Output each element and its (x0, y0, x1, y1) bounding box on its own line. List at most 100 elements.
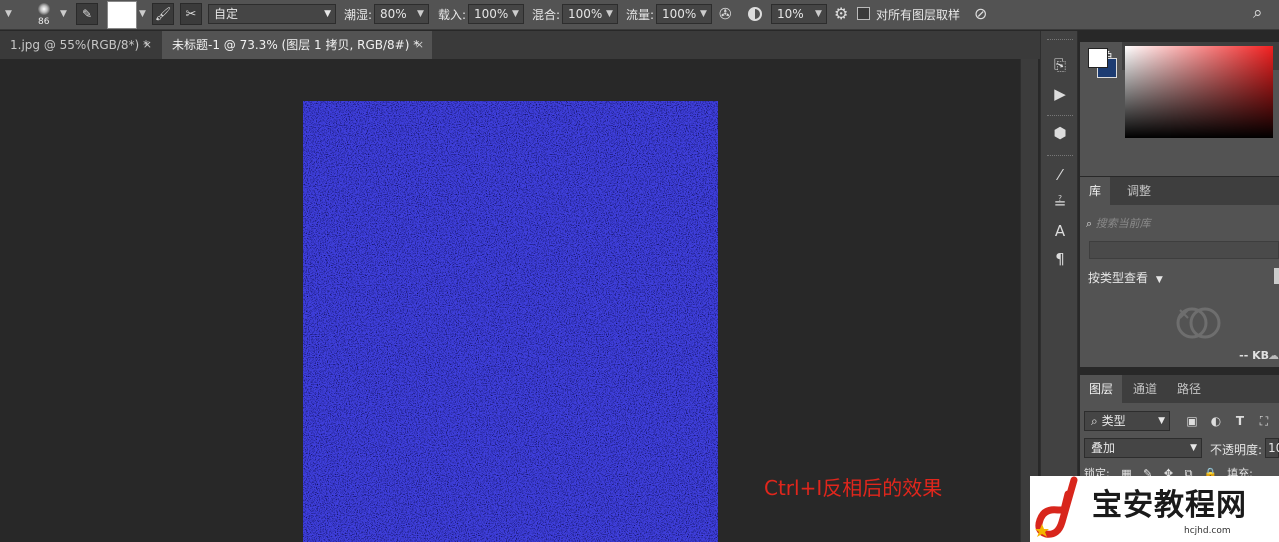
tab-adjustments[interactable]: 调整 (1118, 177, 1160, 205)
load-label: 载入: (438, 8, 467, 22)
mixer-combo-select[interactable]: 自定 ▼ (208, 4, 336, 24)
search-icon[interactable]: ⌕ (1253, 3, 1263, 23)
view-by-type-dropdown[interactable]: 按类型查看 ▼ (1088, 269, 1163, 286)
library-search[interactable]: ⌕ 搜索当前库 (1086, 215, 1276, 235)
blend-mode-value: 叠加 (1091, 441, 1116, 455)
brush-tip-icon (38, 3, 50, 15)
mixer-combo-value: 自定 (214, 7, 239, 21)
tab-paths[interactable]: 路径 (1168, 375, 1210, 403)
smoothing-chevron-icon[interactable]: ▼ (811, 4, 827, 24)
brush-load-chevron-icon[interactable]: ▼ (139, 9, 146, 19)
smoothing-input[interactable]: 10% (771, 4, 812, 24)
search-icon: ⌕ (1091, 414, 1098, 428)
flow-label: 流量: (626, 8, 655, 22)
brush-preset-chevron-icon[interactable]: ▼ (60, 9, 67, 19)
layers-panel-tabs: 图层 通道 路径 (1080, 375, 1279, 403)
tab-libraries[interactable]: 库 (1080, 177, 1111, 205)
close-icon[interactable]: × (415, 31, 424, 59)
gear-icon[interactable]: ⚙ (834, 4, 848, 23)
creative-cloud-icon (1176, 307, 1221, 339)
filter-shape-icon[interactable]: ⛶ (1256, 413, 1272, 429)
load-brush-after-stroke-button[interactable]: 🖌 (152, 3, 174, 25)
cloud-icon: ☁ (1268, 349, 1279, 362)
flow-input[interactable]: 100% (656, 4, 697, 24)
chevron-down-icon: ▼ (1158, 416, 1165, 426)
mix-input[interactable]: 100% (562, 4, 603, 24)
library-empty-state (1080, 287, 1279, 347)
wet-chevron-icon[interactable]: ▼ (413, 4, 429, 24)
tab-document-1[interactable]: 1.jpg @ 55%(RGB/8*) * × (0, 31, 160, 59)
noise-texture (303, 101, 718, 542)
brush-panel-icon: ✎ (81, 7, 93, 21)
watermark: 宝安教程网 hcjhd.com (1030, 476, 1279, 542)
load-brush-icon: 🖌 (154, 6, 172, 22)
brush-settings-toggle-button[interactable]: ✎ (76, 3, 98, 25)
library-panel: 库 调整 ⌕ 搜索当前库 按类型查看 ▼ -- KB ☁ (1080, 177, 1279, 367)
sample-all-layers-checkbox[interactable] (857, 7, 870, 20)
library-select-field[interactable] (1089, 241, 1279, 259)
options-bar: ▼ 86 ▼ ✎ ▼ 🖌 ✂ 自定 ▼ 潮湿: 80% ▼ 载入: 100% ▼… (0, 0, 1279, 30)
mix-chevron-icon[interactable]: ▼ (602, 4, 618, 24)
layer-filter-select[interactable]: ⌕ 类型 ▼ (1084, 411, 1170, 431)
dock-grip (1047, 155, 1073, 157)
watermark-site-name: 宝安教程网 (1092, 488, 1247, 523)
load-input[interactable]: 100% (468, 4, 509, 24)
chevron-down-icon: ▼ (324, 9, 331, 19)
current-brush-load-swatch[interactable] (107, 1, 137, 29)
clean-brush-after-stroke-button[interactable]: ✂ (180, 3, 202, 25)
library-size-value: -- KB (1239, 349, 1269, 362)
clean-brush-icon: ✂ (185, 6, 197, 22)
actions-play-icon[interactable]: ▶ (1050, 84, 1070, 104)
color-panel-tabs: 颜色 色板 (1080, 42, 1279, 70)
tool-preset-chevron-icon[interactable]: ▼ (5, 9, 12, 19)
filter-type-icon[interactable]: T (1232, 413, 1248, 429)
filter-pixel-icon[interactable]: ▣ (1184, 413, 1200, 429)
library-panel-tabs: 库 调整 (1080, 177, 1279, 205)
library-storage-size: -- KB (1239, 349, 1269, 362)
tab-swatches[interactable]: 色板 (1122, 42, 1164, 70)
sample-all-layers-label: 对所有图层取样 (876, 8, 961, 22)
vertical-scrollbar[interactable] (1020, 59, 1038, 542)
paragraph-icon[interactable]: ¶ (1050, 249, 1070, 269)
library-search-placeholder: 搜索当前库 (1095, 217, 1151, 230)
tab-document-untitled[interactable]: 未标题-1 @ 73.3% (图层 1 拷贝, RGB/8#) * × (162, 31, 432, 59)
color-panel: 颜色 色板 (1080, 42, 1279, 176)
tab-label: 1.jpg @ 55%(RGB/8*) * (10, 38, 150, 52)
smoothing-icon (748, 7, 762, 21)
mix-label: 混合: (532, 8, 561, 22)
pressure-icon[interactable]: ⊘ (974, 4, 987, 23)
3d-icon[interactable]: ⬢ (1050, 123, 1070, 143)
tab-color[interactable]: 颜色 (1080, 42, 1123, 70)
blend-mode-select[interactable]: 叠加 ▼ (1084, 438, 1202, 458)
layer-filter-value: 类型 (1101, 414, 1126, 428)
load-chevron-icon[interactable]: ▼ (508, 4, 524, 24)
panel-icon-dock: ⎘ ▶ ⬢ ⁄ ≟ A ¶ (1040, 31, 1078, 542)
document-canvas[interactable] (303, 101, 718, 542)
flow-chevron-icon[interactable]: ▼ (696, 4, 712, 24)
search-icon: ⌕ (1086, 217, 1093, 230)
tab-label: 未标题-1 @ 73.3% (图层 1 拷贝, RGB/8#) * (172, 38, 420, 52)
brush-presets-icon[interactable]: ≟ (1050, 193, 1070, 213)
watermark-url: hcjhd.com (1184, 526, 1231, 536)
opacity-label: 不透明度: (1210, 443, 1263, 457)
chevron-down-icon: ▼ (1190, 443, 1197, 453)
opacity-input[interactable]: 10 (1265, 438, 1279, 458)
view-toggle-icon[interactable] (1274, 268, 1279, 284)
history-icon[interactable]: ⎘ (1050, 55, 1070, 75)
close-icon[interactable]: × (143, 31, 152, 59)
dock-grip (1047, 115, 1073, 117)
tab-layers[interactable]: 图层 (1080, 375, 1123, 403)
dock-grip (1047, 39, 1073, 41)
tab-channels[interactable]: 通道 (1124, 375, 1166, 403)
brush-size-value: 86 (38, 17, 50, 27)
view-by-label: 按类型查看 (1088, 271, 1149, 285)
character-icon[interactable]: A (1050, 221, 1070, 241)
airbrush-icon[interactable]: ✇ (719, 5, 732, 23)
wet-label: 潮湿: (344, 8, 373, 22)
chevron-down-icon: ▼ (1155, 275, 1163, 285)
wet-input[interactable]: 80% (374, 4, 414, 24)
filter-adjustment-icon[interactable]: ◐ (1208, 413, 1224, 429)
document-tab-bar: 1.jpg @ 55%(RGB/8*) * × 未标题-1 @ 73.3% (图… (0, 31, 1040, 59)
brush-settings-icon[interactable]: ⁄ (1050, 165, 1070, 185)
brush-preset-picker[interactable]: 86 (30, 2, 58, 28)
